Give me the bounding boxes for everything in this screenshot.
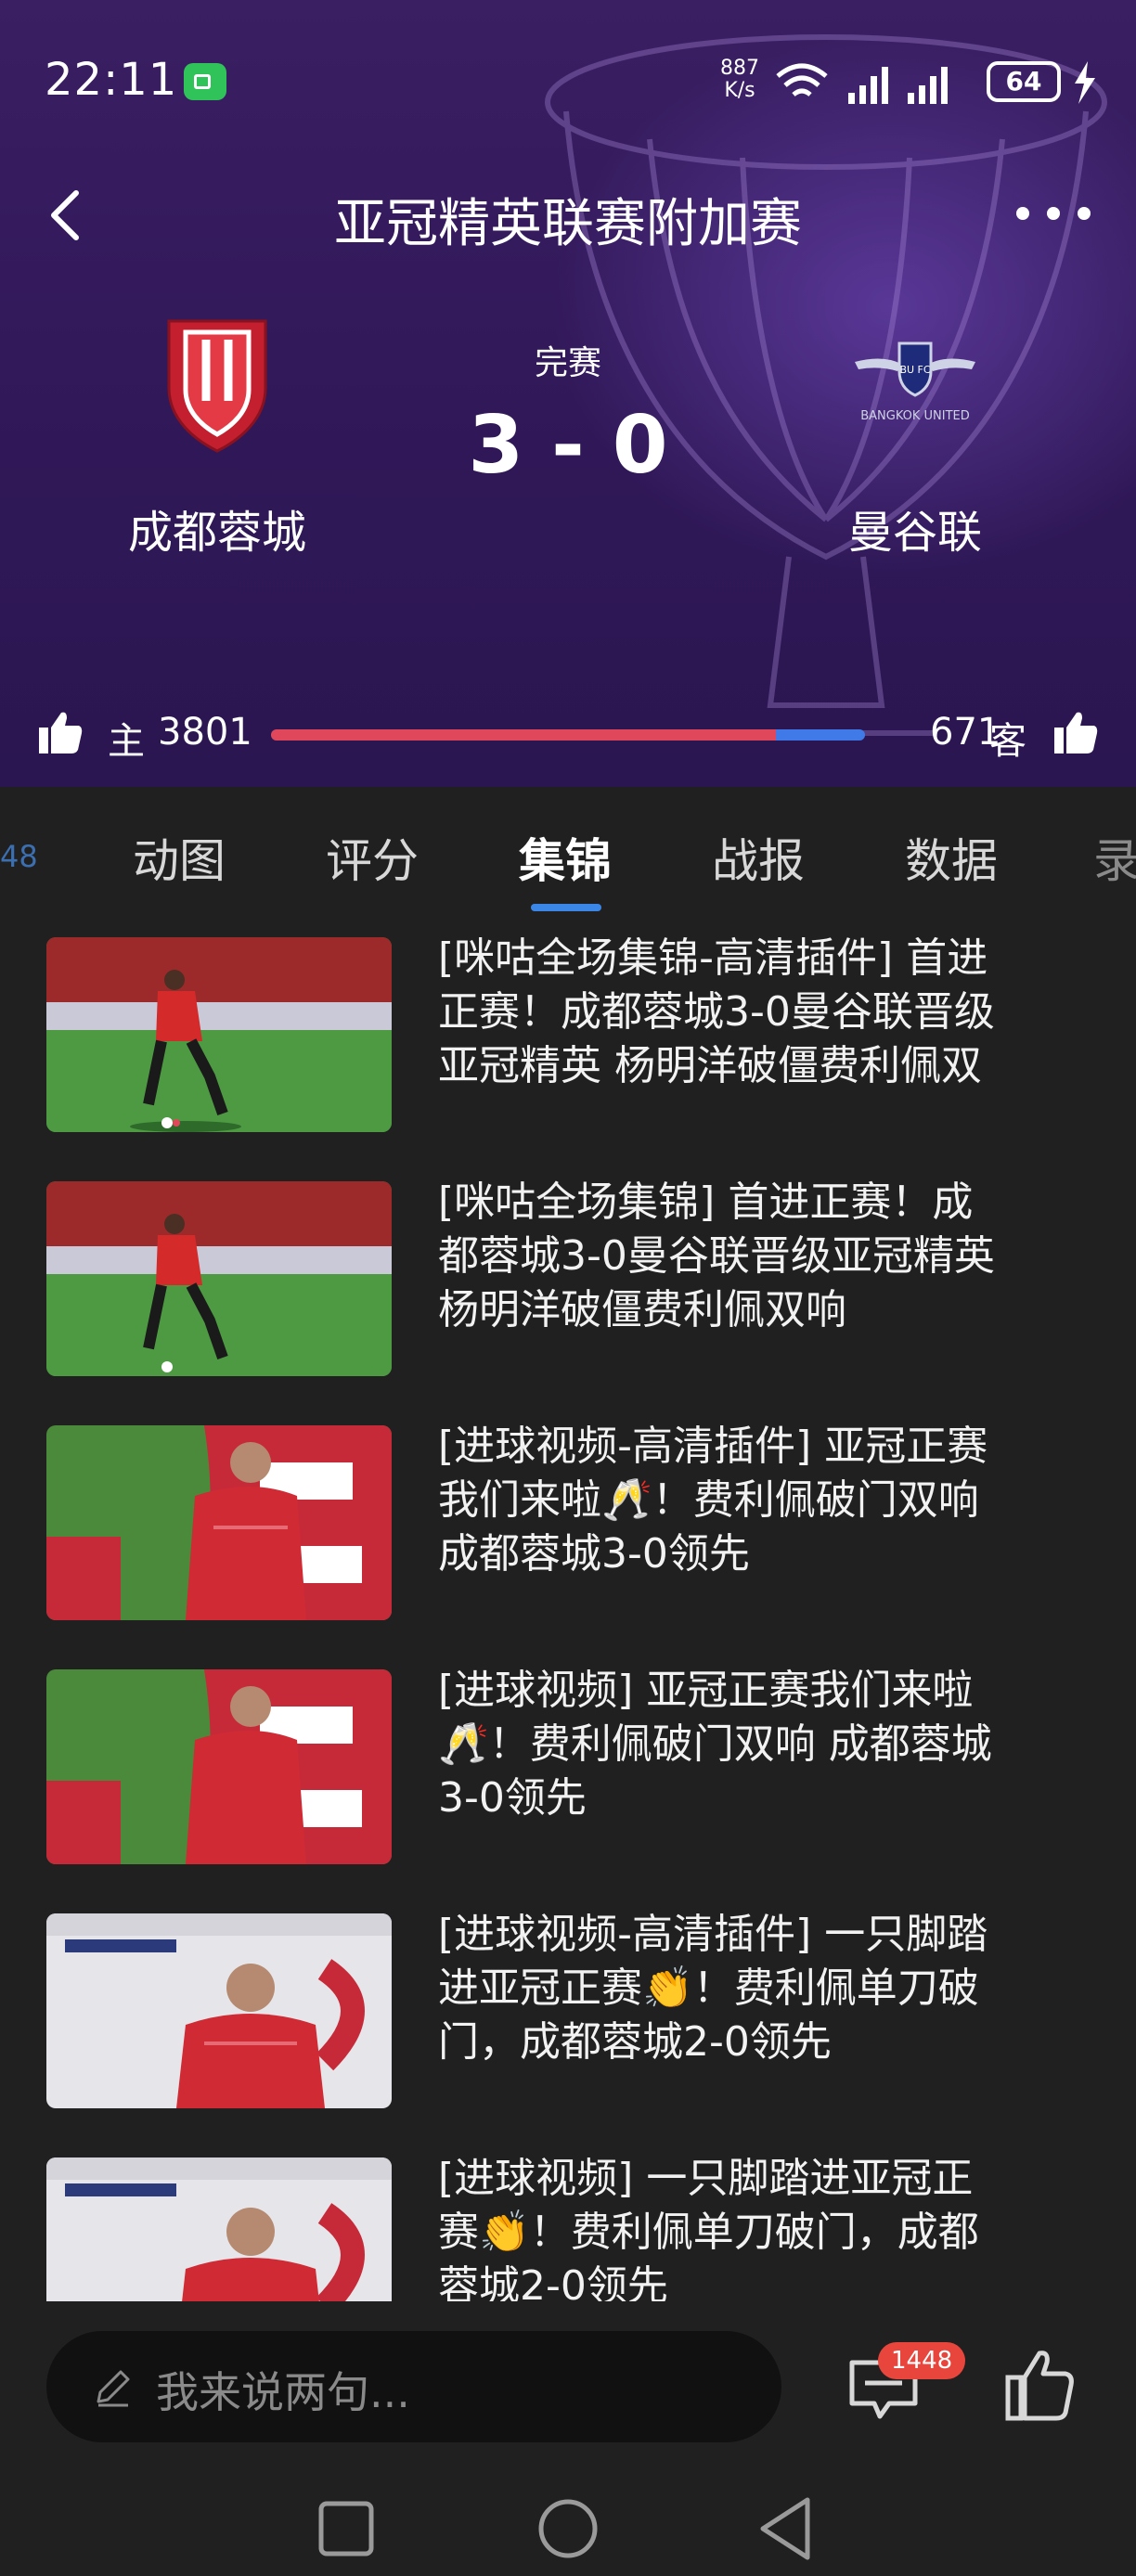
video-thumbnail[interactable]	[46, 1669, 392, 1864]
video-title-line: 门，成都蓉城2-0领先	[438, 2018, 832, 2066]
away-vote-fill	[776, 729, 865, 741]
home-vote-count: 3801	[158, 711, 252, 753]
video-item[interactable]: [咪咕全场集锦] 首进正赛！成 都蓉城3-0曼谷联晋级亚冠精英 杨明洋破僵费利佩…	[0, 1161, 1136, 1405]
video-title-line: 成都蓉城3-0领先	[438, 1530, 750, 1578]
chengdu-rongcheng-logo	[167, 319, 267, 453]
screen-record-icon	[184, 63, 226, 100]
page-title: 亚冠精英联赛附加赛	[334, 194, 802, 254]
system-navigation-bar	[318, 2497, 810, 2560]
video-thumbnail[interactable]	[46, 2157, 392, 2301]
video-title-line: 亚冠精英 杨明洋破僵费利佩双	[438, 1042, 982, 1089]
cellular-signal-icon	[848, 67, 888, 104]
tab-ratings[interactable]: 评分	[326, 824, 419, 891]
home-button	[538, 2499, 598, 2558]
away-team-name: 曼谷联	[847, 507, 982, 559]
recent-apps-button	[318, 2501, 374, 2557]
network-speed: 887 K/s	[720, 58, 759, 102]
home-vote-tag: 主	[108, 720, 145, 763]
home-like-icon[interactable]	[37, 709, 84, 755]
video-title-line: 杨明洋破僵费利佩双响	[438, 1286, 846, 1333]
video-item[interactable]: [咪咕全场集锦-高清插件] 首进 正赛！成都蓉城3-0曼谷联晋级 亚冠精英 杨明…	[0, 917, 1136, 1161]
video-thumbnail[interactable]	[46, 1181, 392, 1376]
video-title-line: [进球视频] 一只脚踏进亚冠正	[438, 2155, 974, 2202]
video-title-line: 赛👏！费利佩单刀破门，成都	[438, 2209, 979, 2256]
video-title-line: 正赛！成都蓉城3-0曼谷联晋级	[438, 988, 995, 1036]
video-title-line: [进球视频-高清插件] 亚冠正赛	[438, 1423, 988, 1470]
match-header: 22:11 887 K/s 64 亚冠精英联赛附加赛 成都蓉城 完赛 3 - 0…	[0, 0, 1136, 787]
highlight-video-list: [咪咕全场集锦-高清插件] 首进 正赛！成都蓉城3-0曼谷联晋级 亚冠精英 杨明…	[0, 917, 1136, 2301]
status-time: 22:11	[45, 54, 178, 106]
back-button[interactable]	[37, 186, 97, 245]
video-title-line: [进球视频] 亚冠正赛我们来啦	[438, 1667, 974, 1714]
pencil-icon	[97, 2370, 130, 2407]
video-title-line: 我们来啦🥂！费利佩破门双响	[438, 1476, 979, 1524]
comment-count-badge: 1448	[878, 2342, 966, 2379]
bangkok-united-logo: BU FC BANGKOK UNITED	[855, 341, 975, 423]
video-title-line: [咪咕全场集锦] 首进正赛！成	[438, 1179, 974, 1226]
tab-partial-right[interactable]: 录	[1093, 824, 1136, 891]
network-speed-unit: K/s	[724, 79, 755, 102]
vote-progress-track	[271, 729, 865, 741]
tab-partial-left[interactable]: 48	[0, 839, 38, 874]
wifi-icon	[776, 63, 828, 97]
away-logo-text: BANGKOK UNITED	[860, 409, 970, 423]
away-like-icon[interactable]	[1052, 709, 1099, 755]
video-title[interactable]: [进球视频] 一只脚踏进亚冠正 赛👏！费利佩单刀破门，成都 蓉城2-0领先	[438, 2152, 1088, 2301]
comment-input[interactable]: 我来说两句...	[46, 2331, 781, 2442]
tab-bar: 48 动图 评分 集锦 战报 数据 录	[0, 787, 1136, 917]
video-title-line: 蓉城2-0领先	[438, 2262, 668, 2301]
video-title-line: [进球视频-高清插件] 一只脚踏	[438, 1911, 988, 1958]
match-status: 完赛	[534, 344, 601, 382]
away-team[interactable]: BU FC BANGKOK UNITED 曼谷联	[794, 316, 1036, 560]
video-title[interactable]: [咪咕全场集锦] 首进正赛！成 都蓉城3-0曼谷联晋级亚冠精英 杨明洋破僵费利佩…	[438, 1176, 1088, 1337]
video-title[interactable]: [进球视频] 亚冠正赛我们来啦 🥂！费利佩破门双响 成都蓉城 3-0领先	[438, 1664, 1088, 1825]
video-item[interactable]: [进球视频-高清插件] 亚冠正赛 我们来啦🥂！费利佩破门双响 成都蓉城3-0领先	[0, 1405, 1136, 1649]
video-thumbnail[interactable]	[46, 1913, 392, 2108]
status-bar: 22:11 887 K/s 64	[0, 0, 1136, 167]
video-title[interactable]: [进球视频-高清插件] 一只脚踏 进亚冠正赛👏！费利佩单刀破 门，成都蓉城2-0…	[438, 1908, 1088, 2069]
video-title-line: 都蓉城3-0曼谷联晋级亚冠精英	[438, 1232, 995, 1280]
tab-report[interactable]: 战报	[712, 824, 805, 891]
video-thumbnail[interactable]	[46, 1425, 392, 1620]
home-team-name: 成都蓉城	[127, 507, 306, 559]
video-title-line: 🥂！费利佩破门双响 成都蓉城	[438, 1720, 992, 1768]
home-vote-fill	[271, 729, 776, 741]
comment-placeholder: 我来说两句...	[156, 2367, 410, 2417]
like-icon[interactable]	[1004, 2348, 1075, 2422]
support-vote-bar: 主 3801 671 客	[0, 705, 1136, 765]
bottom-bar: 我来说两句... 1448	[0, 2301, 1136, 2576]
away-vote-tag: 客	[989, 720, 1026, 763]
video-item[interactable]: [进球视频] 亚冠正赛我们来啦 🥂！费利佩破门双响 成都蓉城 3-0领先	[0, 1649, 1136, 1893]
video-item[interactable]: [进球视频] 一只脚踏进亚冠正 赛👏！费利佩单刀破门，成都 蓉城2-0领先	[0, 2137, 1136, 2301]
cellular-signal-2-icon	[908, 67, 948, 104]
video-thumbnail[interactable]	[46, 937, 392, 1132]
video-title-line: 进亚冠正赛👏！费利佩单刀破	[438, 1964, 979, 2012]
system-back-button	[760, 2497, 810, 2560]
video-title[interactable]: [咪咕全场集锦-高清插件] 首进 正赛！成都蓉城3-0曼谷联晋级 亚冠精英 杨明…	[438, 932, 1088, 1093]
video-title-line: 3-0领先	[438, 1774, 587, 1822]
video-item[interactable]: [进球视频-高清插件] 一只脚踏 进亚冠正赛👏！费利佩单刀破 门，成都蓉城2-0…	[0, 1893, 1136, 2137]
charging-icon	[1075, 61, 1095, 104]
battery-level: 64	[987, 61, 1061, 102]
active-tab-indicator	[531, 904, 601, 911]
home-team[interactable]: 成都蓉城	[97, 316, 338, 560]
tab-highlights[interactable]: 集锦	[519, 824, 612, 891]
away-logo-initials: BU FC	[899, 364, 930, 376]
network-speed-value: 887	[720, 57, 759, 80]
match-score: 3 - 0	[468, 399, 668, 492]
more-options-button[interactable]	[1012, 195, 1095, 232]
video-title-line: [咪咕全场集锦-高清插件] 首进	[438, 934, 988, 982]
tab-animations[interactable]: 动图	[133, 824, 226, 891]
tab-stats[interactable]: 数据	[905, 824, 998, 891]
video-title[interactable]: [进球视频-高清插件] 亚冠正赛 我们来啦🥂！费利佩破门双响 成都蓉城3-0领先	[438, 1420, 1088, 1581]
